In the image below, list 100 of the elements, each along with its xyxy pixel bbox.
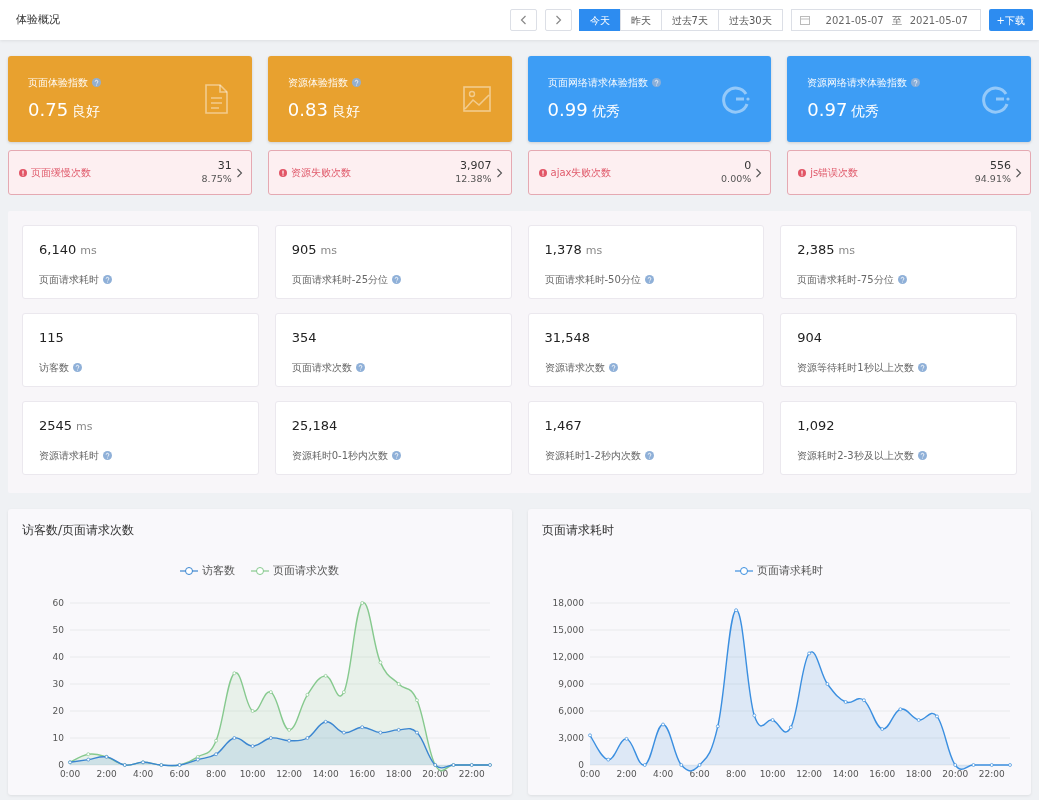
help-icon: [644, 274, 654, 284]
legend-label[interactable]: 访客数: [202, 563, 236, 579]
alert-count: 31: [216, 158, 232, 172]
metric-label: 资源等待耗时1秒以上次数: [797, 360, 914, 375]
axis-label: 12,000: [552, 651, 584, 662]
alert-card[interactable]: ajax失败次数 0 0.00%: [527, 150, 772, 195]
alert-percent: 0.00%: [721, 171, 752, 186]
alert-card[interactable]: 页面缓慢次数 31 8.75%: [8, 150, 252, 195]
axis-label: 20:00: [941, 768, 968, 779]
axis-label: 8:00: [725, 768, 746, 779]
help-icon: [608, 362, 618, 372]
metric-value: 6,140: [39, 241, 77, 259]
axis-label: 22:00: [978, 768, 1005, 779]
date-start: 2021-05-07: [825, 13, 884, 28]
alert-icon: [278, 168, 287, 177]
metric-label: 页面请求次数: [291, 360, 352, 375]
alert-count: 3,907: [459, 158, 492, 172]
metric-value: 354: [291, 329, 317, 347]
axis-label: 4:00: [652, 768, 673, 779]
alert-icon: [798, 168, 807, 177]
chevron-right-icon: [235, 167, 243, 178]
axis-label: 20: [52, 705, 64, 716]
axis-label: 14:00: [312, 768, 339, 779]
metric-value: 1,467: [544, 417, 582, 435]
metric-label: 资源耗时2-3秒及以上次数: [797, 448, 914, 463]
axis-label: 0: [577, 759, 584, 770]
axis-label: 10:00: [759, 768, 786, 779]
gauge-icon: [721, 84, 752, 114]
alert-percent: 12.38%: [455, 171, 492, 186]
axis-label: 18,000: [552, 597, 584, 608]
metric-value: 2545: [39, 417, 73, 435]
metric-value: 31,548: [544, 329, 590, 347]
metric-value: 115: [39, 329, 64, 347]
grade-text: 良好: [72, 102, 101, 121]
metric-value: 2,385: [797, 241, 835, 259]
axis-label: 2:00: [96, 768, 117, 779]
legend-label[interactable]: 页面请求耗时: [757, 563, 824, 579]
axis-label: 10:00: [239, 768, 266, 779]
chevron-right-icon: [495, 167, 503, 178]
metric-unit: ms: [585, 243, 603, 259]
alert-card[interactable]: js错误次数 556 94.91%: [787, 150, 1031, 195]
help-icon: [651, 78, 661, 87]
chevron-right-icon: [1015, 167, 1022, 178]
metric-label: 资源耗时0-1秒内次数: [291, 448, 389, 463]
range-tab[interactable]: 昨天: [619, 9, 662, 31]
range-tab[interactable]: 过去7天: [660, 9, 719, 31]
axis-label: 16:00: [868, 768, 895, 779]
index-value: 0.99: [547, 98, 588, 122]
grade-text: 优秀: [851, 102, 880, 121]
gauge-icon: [981, 84, 1011, 114]
alert-percent: 8.75%: [201, 171, 232, 186]
alert-icon: [538, 168, 547, 177]
metric-value: 1,092: [797, 417, 835, 435]
help-icon: [392, 274, 402, 284]
alert-label: ajax失败次数: [550, 166, 613, 180]
help-icon: [897, 274, 907, 284]
axis-label: 20:00: [422, 768, 449, 779]
chart-title: 页面请求耗时: [541, 522, 615, 539]
next-button[interactable]: [544, 9, 572, 31]
axis-label: 60: [52, 597, 64, 608]
card-title: 页面体验指数: [28, 76, 88, 90]
grade-text: 优秀: [591, 102, 620, 121]
card-title: 页面网络请求体验指数: [547, 76, 648, 90]
date-separator: 至: [891, 13, 902, 28]
alert-card[interactable]: 资源失败次数 3,907 12.38%: [267, 150, 512, 195]
date-range-field[interactable]: 2021-05-07 至 2021-05-07: [790, 9, 981, 31]
axis-label: 16:00: [349, 768, 376, 779]
axis-label: 10: [52, 732, 64, 743]
index-value: 0.97: [807, 98, 848, 122]
axis-label: 18:00: [385, 768, 412, 779]
range-tab[interactable]: 过去30天: [717, 9, 783, 31]
metric-unit: ms: [76, 419, 93, 435]
help-icon: [917, 362, 927, 372]
axis-label: 0: [58, 759, 64, 770]
axis-label: 14:00: [832, 768, 859, 779]
previous-button[interactable]: [509, 9, 537, 31]
axis-label: 15,000: [552, 624, 584, 635]
date-end: 2021-05-07: [909, 13, 968, 28]
help-icon: [355, 362, 365, 372]
metric-label: 资源请求次数: [544, 360, 605, 375]
axis-label: 50: [52, 624, 64, 635]
page-title: 体验概况: [16, 11, 60, 28]
alert-label: 页面缓慢次数: [31, 166, 92, 180]
index-value: 0.83: [287, 98, 328, 122]
metric-label: 资源请求耗时: [39, 448, 99, 463]
calendar-icon: [799, 15, 810, 25]
chart-title: 访客数/页面请求次数: [22, 522, 136, 539]
axis-label: 4:00: [132, 768, 154, 779]
metric-label: 访客数: [39, 360, 69, 375]
metric-value: 1,378: [544, 241, 582, 259]
help-icon: [644, 450, 654, 460]
card-title: 资源体验指数: [287, 76, 348, 90]
axis-label: 30: [52, 678, 64, 689]
axis-label: 0:00: [59, 768, 81, 779]
alert-percent: 94.91%: [974, 171, 1011, 186]
metric-label: 页面请求耗时: [39, 272, 99, 287]
metric-value: 904: [797, 329, 823, 347]
axis-label: 3,000: [557, 732, 584, 743]
legend-label[interactable]: 页面请求次数: [273, 563, 340, 579]
metric-unit: ms: [320, 243, 338, 259]
